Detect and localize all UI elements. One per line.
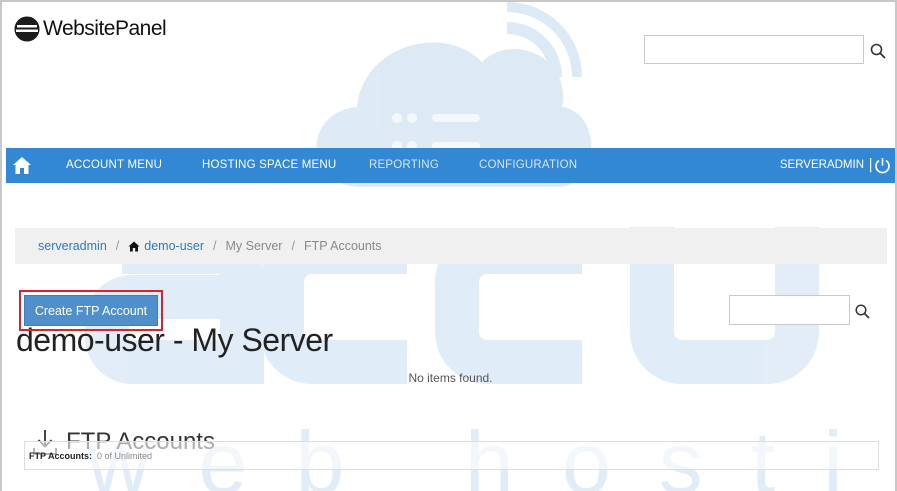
search-icon[interactable]: [855, 304, 870, 319]
breadcrumb: serveradmin / demo-user / My Server / FT…: [15, 228, 887, 264]
breadcrumb-demo-user[interactable]: demo-user: [144, 239, 204, 253]
breadcrumb-separator: /: [115, 239, 120, 253]
breadcrumb-separator: /: [291, 239, 295, 253]
nav-separator: |: [868, 157, 873, 173]
create-ftp-account-button[interactable]: Create FTP Account: [24, 295, 158, 326]
breadcrumb-ftp-accounts: FTP Accounts: [303, 239, 382, 253]
logo[interactable]: WebsitePanel: [14, 16, 167, 42]
create-button-highlight: Create FTP Account: [19, 290, 163, 331]
search-icon[interactable]: [870, 43, 886, 59]
header: WebsitePanel: [2, 2, 895, 75]
app-window: web hosting WebsitePanel ACCOUNT MENU HO…: [0, 0, 897, 491]
logo-globe-icon: [14, 16, 40, 42]
ftp-search-input[interactable]: [729, 295, 850, 325]
power-icon[interactable]: [874, 157, 891, 174]
nav-reporting[interactable]: REPORTING: [369, 159, 439, 171]
logo-text: WebsitePanel: [43, 17, 167, 40]
empty-state-text: No items found.: [408, 371, 493, 385]
nav-user-menu[interactable]: SERVERADMIN: [780, 159, 864, 171]
home-icon[interactable]: [12, 156, 32, 175]
quota-value: 0 of Unlimited: [97, 450, 153, 461]
quota-bar: FTP Accounts: 0 of Unlimited: [24, 441, 879, 470]
nav-account-menu[interactable]: ACCOUNT MENU: [66, 159, 162, 171]
nav-configuration[interactable]: CONFIGURATION: [479, 159, 577, 171]
main-nav: ACCOUNT MENU HOSTING SPACE MENU REPORTIN…: [6, 148, 895, 183]
nav-hosting-space-menu[interactable]: HOSTING SPACE MENU: [202, 159, 336, 171]
breadcrumb-my-server: My Server: [225, 239, 283, 253]
breadcrumb-separator: /: [213, 239, 217, 253]
quota-label: FTP Accounts:: [29, 450, 93, 461]
breadcrumb-serveradmin[interactable]: serveradmin: [38, 239, 107, 253]
global-search-input[interactable]: [644, 35, 864, 64]
home-icon: [128, 241, 140, 251]
